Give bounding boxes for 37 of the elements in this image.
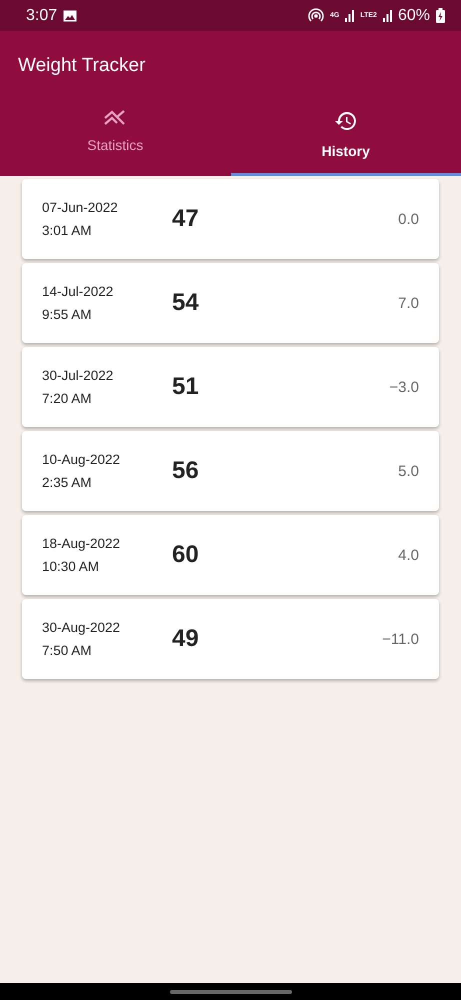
clock: 3:07 (26, 6, 58, 24)
weight-change: 0.0 (398, 210, 419, 228)
tab[interactable]: History (230, 99, 461, 176)
weight-change: 7.0 (398, 294, 419, 312)
chart-icon (103, 109, 128, 127)
history-icon (334, 109, 358, 133)
entry-date: 10-Aug-2022 (42, 452, 122, 467)
signal-icon (345, 10, 354, 22)
entry-time: 7:50 AM (42, 643, 93, 658)
entry-weight: 51 (172, 373, 199, 400)
entry-date: 18-Aug-2022 (42, 536, 122, 551)
entry-weight: 47 (172, 205, 199, 232)
signal-icon (382, 10, 392, 22)
battery-icon (436, 8, 445, 23)
image-icon (63, 10, 78, 22)
entry-time: 10:30 AM (42, 559, 100, 574)
entry-time: 2:35 AM (42, 475, 93, 490)
battery-percent: 60% (398, 6, 430, 24)
entry-date: 14-Jul-2022 (42, 284, 114, 299)
entry-date: 30-Aug-2022 (42, 620, 122, 635)
entry-weight: 60 (172, 541, 199, 568)
entry-weight: 54 (172, 289, 199, 316)
weight-change: −3.0 (389, 378, 419, 396)
weight-change: 4.0 (398, 546, 419, 564)
weight-change: −11.0 (382, 630, 419, 648)
entry-date: 30-Jul-2022 (42, 368, 114, 383)
entry-weight: 49 (172, 625, 199, 652)
weight-change: 5.0 (398, 462, 419, 480)
entry-time: 7:20 AM (42, 391, 93, 406)
entry-weight: 56 (172, 457, 199, 484)
entry-time: 9:55 AM (42, 307, 93, 322)
app-title: Weight Tracker (18, 55, 146, 77)
hotspot-icon (308, 8, 324, 24)
tab[interactable]: Statistics (0, 99, 230, 176)
home-handle[interactable] (170, 990, 292, 994)
entry-date: 07-Jun-2022 (42, 200, 119, 215)
entry-time: 3:01 AM (42, 223, 93, 238)
